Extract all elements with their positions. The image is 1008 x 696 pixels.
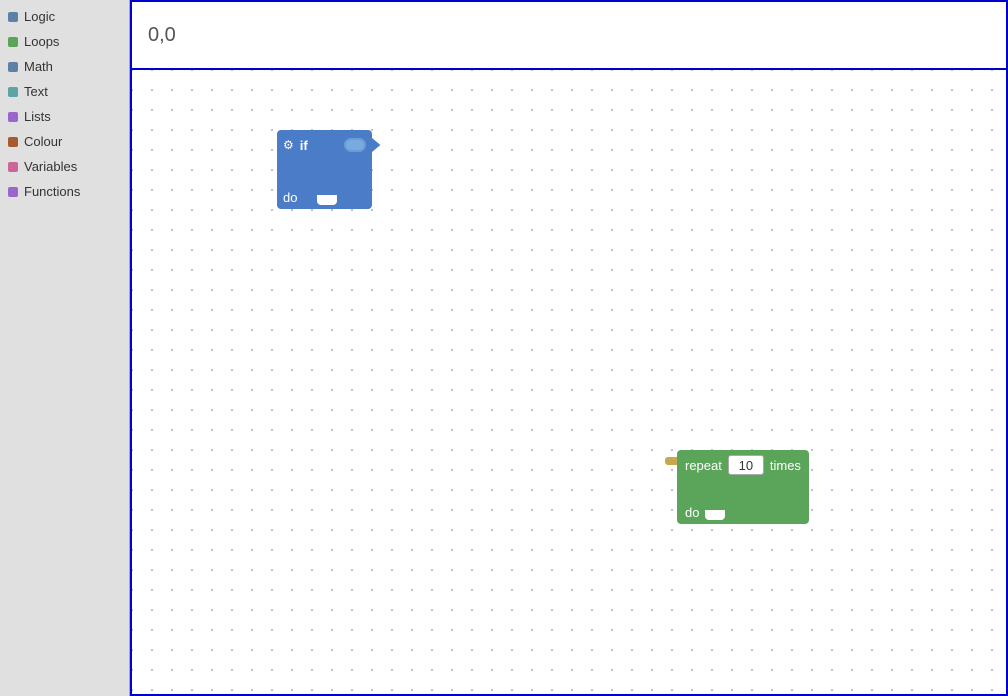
sidebar-item-colour[interactable]: Colour bbox=[0, 129, 129, 154]
sidebar-item-logic[interactable]: Logic bbox=[0, 4, 129, 29]
repeat-block[interactable]: repeat 10 times do bbox=[677, 450, 809, 524]
repeat-value-box[interactable]: 10 bbox=[728, 455, 764, 475]
sidebar-item-lists[interactable]: Lists bbox=[0, 104, 129, 129]
coordinates-display: 0,0 bbox=[148, 24, 176, 47]
variables-color-dot bbox=[8, 162, 18, 172]
if-condition-slot bbox=[344, 138, 366, 152]
sidebar-item-math-label: Math bbox=[24, 59, 53, 74]
math-color-dot bbox=[8, 62, 18, 72]
sidebar-item-colour-label: Colour bbox=[24, 134, 62, 149]
if-block-if-label: if bbox=[300, 138, 308, 153]
if-block-do-label: do bbox=[283, 190, 297, 205]
logic-color-dot bbox=[8, 12, 18, 22]
sidebar-item-math[interactable]: Math bbox=[0, 54, 129, 79]
repeat-value: 10 bbox=[739, 458, 753, 473]
repeat-do-label: do bbox=[685, 505, 699, 520]
text-color-dot bbox=[8, 87, 18, 97]
sidebar-item-variables[interactable]: Variables bbox=[0, 154, 129, 179]
repeat-times-label: times bbox=[770, 458, 801, 473]
sidebar-item-loops[interactable]: Loops bbox=[0, 29, 129, 54]
repeat-label: repeat bbox=[685, 458, 722, 473]
sidebar: Logic Loops Math Text Lists Colour Varia… bbox=[0, 0, 130, 696]
repeat-notch bbox=[705, 510, 725, 520]
sidebar-item-functions-label: Functions bbox=[24, 184, 80, 199]
sidebar-item-functions[interactable]: Functions bbox=[0, 179, 129, 204]
loops-color-dot bbox=[8, 37, 18, 47]
sidebar-item-logic-label: Logic bbox=[24, 9, 55, 24]
main-area: 0,0 ⚙ if do bbox=[130, 0, 1008, 696]
canvas-area[interactable]: ⚙ if do repeat bbox=[130, 70, 1008, 696]
gear-icon: ⚙ bbox=[283, 138, 294, 152]
toolbar-row: 0,0 bbox=[130, 0, 1008, 70]
sidebar-item-text-label: Text bbox=[24, 84, 48, 99]
if-block[interactable]: ⚙ if do bbox=[277, 130, 372, 195]
lists-color-dot bbox=[8, 112, 18, 122]
sidebar-item-variables-label: Variables bbox=[24, 159, 77, 174]
sidebar-item-lists-label: Lists bbox=[24, 109, 51, 124]
sidebar-item-text[interactable]: Text bbox=[0, 79, 129, 104]
colour-color-dot bbox=[8, 137, 18, 147]
sidebar-item-loops-label: Loops bbox=[24, 34, 59, 49]
functions-color-dot bbox=[8, 187, 18, 197]
